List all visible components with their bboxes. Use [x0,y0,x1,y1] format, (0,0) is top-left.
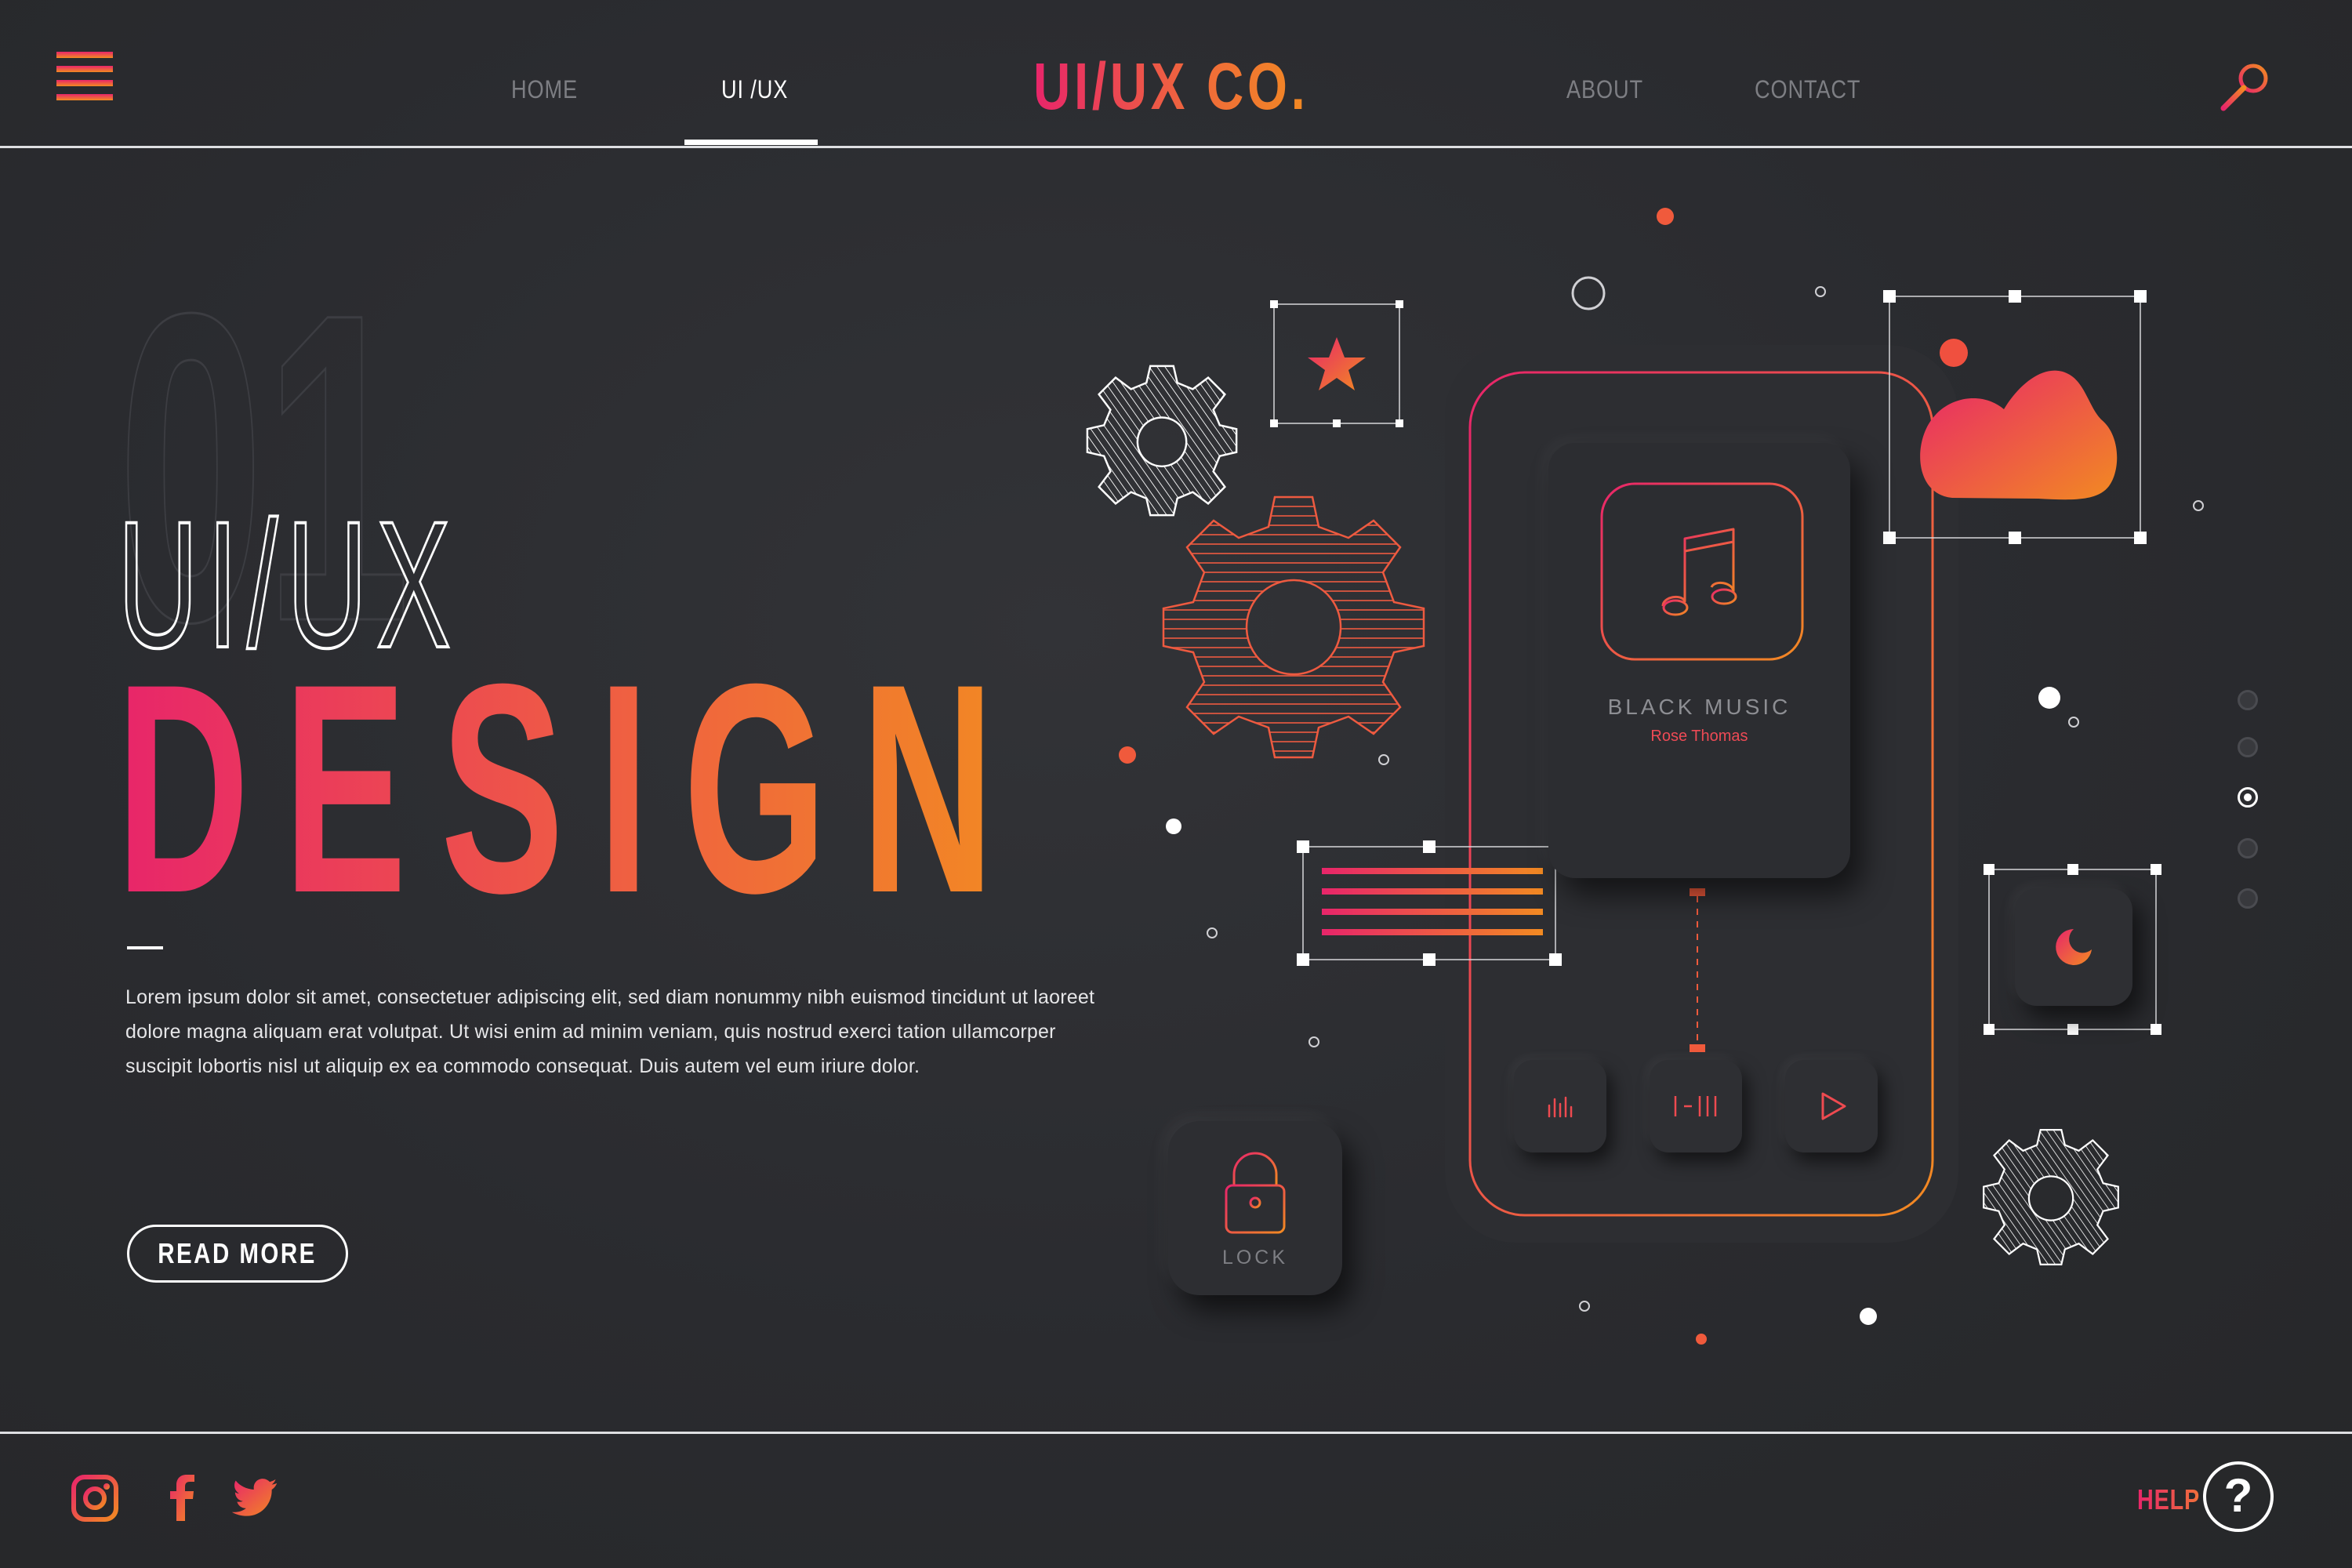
nav-home[interactable]: HOME [511,75,578,104]
music-card[interactable] [1548,443,1850,878]
star-icon [1308,337,1366,390]
nav-about[interactable]: ABOUT [1566,75,1643,104]
menu-icon[interactable] [56,50,113,102]
star-selection-box [1270,300,1403,427]
dot [2068,717,2079,728]
nav-uiux[interactable]: UI /UX [721,75,788,104]
gear-icon [1162,495,1425,759]
dot [2193,500,2204,511]
hero-title-outline: UI/UX [118,502,459,674]
top-header: HOME UI /UX UI/UX CO. ABOUT CONTACT [0,0,2352,149]
pager-dot-1[interactable] [2238,690,2258,710]
track-title: BLACK MUSIC [1607,695,1791,719]
header-divider [0,146,2352,148]
twitter-icon[interactable] [232,1474,281,1523]
read-more-label: READ MORE [158,1237,318,1269]
dot [1940,339,1968,367]
dot [1696,1334,1707,1345]
help-button[interactable]: ? [2203,1461,2274,1532]
dot [1815,286,1826,297]
waveform-icon [1589,782,1801,833]
search-icon[interactable] [2217,60,2274,116]
equalizer-icon [1548,1096,1573,1118]
dot [1119,746,1136,764]
play-icon [1821,1092,1846,1120]
hero-title-gradient: DESIGN [116,670,994,906]
pager-dot-5[interactable] [2238,888,2258,909]
pager-dot-3[interactable] [2238,787,2258,808]
instagram-icon[interactable] [71,1474,119,1523]
dot [1657,208,1674,225]
hero-title-line1: UI/UX [118,502,459,674]
text-divider [127,946,163,949]
dot [1166,818,1181,834]
hero-title-line2: DESIGN [116,670,994,906]
dot [1579,1301,1590,1312]
hero-description: Lorem ipsum dolor sit amet, consectetuer… [125,986,1095,1077]
connector-top [1690,888,1705,896]
pause-button[interactable] [1650,1060,1742,1152]
lock-icon [1225,1152,1286,1234]
pause-icon [1674,1096,1717,1116]
pager-dot-4[interactable] [2238,838,2258,858]
connector-bottom [1690,1044,1705,1052]
nav-active-indicator [684,140,818,145]
gear-icon [1086,365,1238,517]
track-artist: Rose Thomas [1650,728,1748,745]
dot [1207,927,1218,938]
dark-mode-button[interactable] [2015,888,2132,1006]
dot [1378,754,1389,765]
facebook-icon[interactable] [158,1474,207,1523]
lock-label: LOCK [1221,1247,1289,1269]
play-button[interactable] [1785,1060,1878,1152]
read-more-button[interactable]: READ MORE [127,1225,348,1283]
dot [1860,1308,1877,1325]
footer-divider [0,1432,2352,1434]
help-label[interactable]: HELP [2137,1483,2200,1516]
dot [1308,1036,1319,1047]
brand-logo[interactable]: UI/UX CO. [1033,49,1309,125]
equalizer-button[interactable] [1514,1060,1606,1152]
dot [2038,687,2060,709]
music-note-icon [1600,482,1804,661]
moon-icon [2056,929,2092,965]
pager-dot-2[interactable] [2238,737,2258,757]
dot [1571,276,1606,310]
nav-contact[interactable]: CONTACT [1755,75,1860,104]
gear-icon [1983,1129,2119,1265]
